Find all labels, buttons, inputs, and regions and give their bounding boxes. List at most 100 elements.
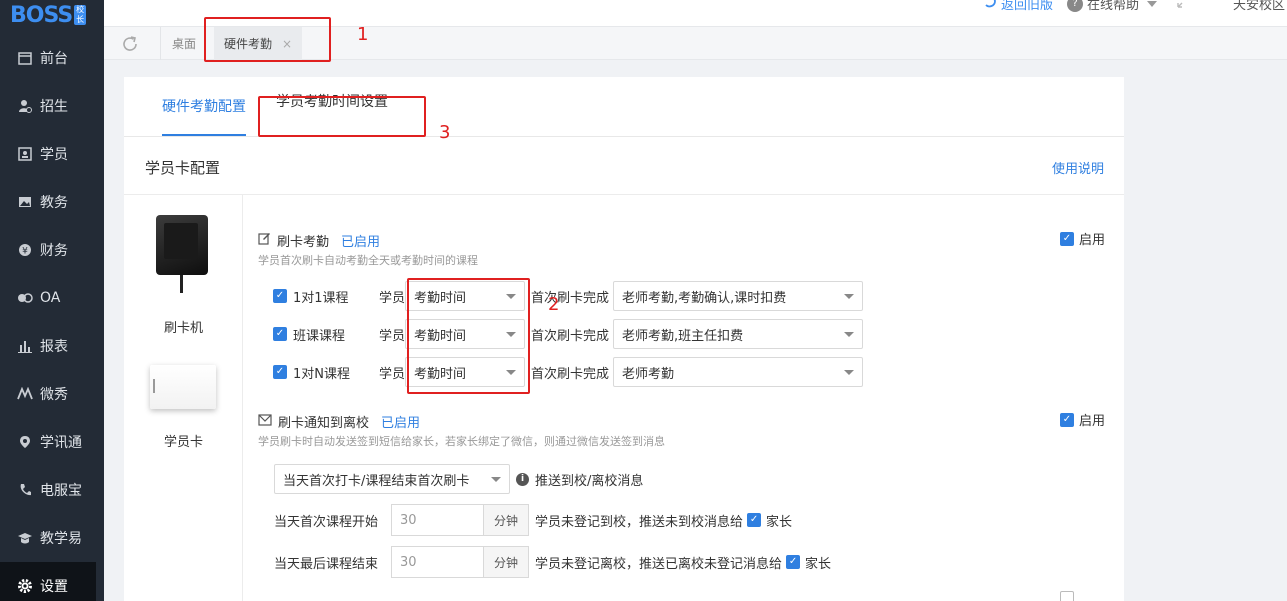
chevron-down-icon [844, 331, 855, 337]
annotation-number-3: 3 [439, 122, 451, 143]
swipe-attendance-desc: 学员首次刷卡自动考勤全天或考勤时间的课程 [258, 254, 478, 267]
enable-label: 启用 [1079, 233, 1106, 248]
course-name: 1对1课程 [293, 290, 349, 306]
card-reader-image [152, 213, 210, 295]
checkbox-checked-icon[interactable]: ✓ [1060, 231, 1074, 246]
graduation-icon [16, 529, 34, 547]
notify-enable[interactable]: ✓ 启用 [1060, 410, 1105, 429]
sidebar-item-label: 教学易 [40, 531, 82, 547]
sidebar-item-jiaoxueyi[interactable]: 教学易 [0, 514, 104, 562]
chevron-down-icon [506, 293, 517, 299]
top-actions: 返回旧版 ? 在线帮助 天安校区 [983, 0, 1287, 13]
page-tabs-bar: 桌面 硬件考勤 × [104, 26, 1287, 60]
attendance-action-select[interactable]: 老师考勤,考勤确认,课时扣费 [613, 281, 864, 311]
swipe-attendance-enable[interactable]: ✓ 启用 [1060, 229, 1105, 248]
annotation-number-2: 2 [548, 294, 560, 315]
end-label: 当天最后课程结束 [274, 556, 379, 572]
course-name: 1对N课程 [293, 366, 350, 382]
sidebar-item-xuexuntong[interactable]: 学讯通 [0, 418, 104, 466]
notify-title: 刷卡通知到离校 已启用 [258, 412, 420, 431]
sidebar-item-label: 报表 [40, 339, 68, 355]
phone-icon [16, 481, 34, 499]
close-icon[interactable]: × [282, 37, 292, 51]
device-column: 刷卡机 学员卡 [124, 195, 243, 601]
sidebar-item-settings[interactable]: 设置 [0, 562, 96, 601]
logo-badge: 校长 [74, 5, 87, 25]
sidebar-item-reports[interactable]: 报表 [0, 322, 104, 370]
edit-icon [258, 232, 271, 249]
sidebar-item-finance[interactable]: ¥ 财务 [0, 226, 104, 274]
chevron-down-icon [506, 331, 517, 337]
attendance-action-select[interactable]: 老师考勤 [613, 357, 864, 387]
swipe-attendance-status: 已启用 [341, 235, 381, 250]
sidebar-item-oa[interactable]: OA [0, 274, 104, 322]
sidebar-item-dianfubao[interactable]: 电服宝 [0, 466, 104, 514]
sidebar-item-label: 设置 [40, 579, 68, 595]
config-tabs: 硬件考勤配置 学员考勤时间设置 [124, 77, 1124, 137]
return-old-version-link[interactable]: 返回旧版 [983, 0, 1053, 13]
config-column: 刷卡考勤 已启用 学员首次刷卡自动考勤全天或考勤时间的课程 ✓ 启用 ✓ 1对1… [258, 195, 1124, 601]
sidebar-item-label: 招生 [40, 99, 68, 115]
course-name: 班课课程 [293, 328, 346, 344]
tab-label: 硬件考勤 [224, 37, 273, 51]
attendance-time-select[interactable]: 考勤时间 [405, 281, 526, 311]
notify-trigger-select[interactable]: 当天首次打卡/课程结束首次刷卡 [274, 464, 510, 494]
student-prefix: 学员 [379, 290, 406, 306]
image-icon [16, 193, 34, 211]
select-value: 老师考勤,班主任扣费 [622, 328, 744, 344]
refresh-icon[interactable] [118, 32, 142, 56]
end-minutes-input[interactable]: 30 [391, 546, 483, 578]
chevron-down-icon [491, 476, 501, 482]
sidebar-item-label: 教务 [40, 195, 68, 211]
sidebar-item-front-desk[interactable]: 前台 [0, 34, 104, 82]
attendance-time-select[interactable]: 考勤时间 [405, 357, 526, 387]
tab-hardware-config[interactable]: 硬件考勤配置 [162, 77, 246, 136]
notify-label: 刷卡通知到离校 [278, 416, 370, 431]
wei-icon [16, 385, 34, 403]
checkbox-checked-icon[interactable]: ✓ [273, 327, 287, 341]
select-value: 考勤时间 [414, 366, 467, 382]
start-minutes-input[interactable]: 30 [391, 504, 483, 536]
checkbox-checked-icon[interactable]: ✓ [747, 513, 762, 527]
swipe-attendance-title: 刷卡考勤 已启用 [258, 231, 380, 250]
start-target: 家长 [766, 514, 793, 530]
fullscreen-icon[interactable] [1177, 0, 1189, 12]
tab-desktop[interactable]: 桌面 [160, 27, 208, 60]
campus-selector[interactable]: 天安校区 [1233, 0, 1287, 13]
attendance-action-select[interactable]: 老师考勤,班主任扣费 [613, 319, 864, 349]
sidebar-item-academic[interactable]: 教务 [0, 178, 104, 226]
oa-icon [16, 289, 34, 307]
online-help-menu[interactable]: ? 在线帮助 [1066, 0, 1157, 13]
checkbox-checked-icon[interactable]: ✓ [273, 289, 287, 303]
sidebar-item-label: 前台 [40, 51, 68, 67]
tab-student-attendance-time[interactable]: 学员考勤时间设置 [276, 71, 388, 131]
logo[interactable]: BOSS 校长 [0, 0, 104, 30]
svg-text:¥: ¥ [22, 247, 28, 257]
checkbox-unchecked-icon[interactable] [1060, 591, 1074, 601]
tab-hardware-attendance[interactable]: 硬件考勤 × [214, 27, 303, 60]
sidebar-item-label: 财务 [40, 243, 68, 259]
next-enable-checkbox[interactable] [1060, 591, 1074, 601]
top-bar: 返回旧版 ? 在线帮助 天安校区 [104, 0, 1287, 26]
attendance-time-select[interactable]: 考勤时间 [405, 319, 526, 349]
sidebar-item-students[interactable]: 学员 [0, 130, 104, 178]
sidebar-item-enroll[interactable]: 招生 [0, 82, 104, 130]
checkbox-checked-icon[interactable]: ✓ [273, 365, 287, 379]
end-message: 学员未登记离校，推送已离校未登记消息给 [535, 556, 783, 572]
gear-icon [16, 577, 34, 595]
usage-help-link[interactable]: 使用说明 [1052, 158, 1104, 177]
checkbox-checked-icon[interactable]: ✓ [1060, 412, 1074, 427]
end-target: 家长 [805, 556, 832, 572]
calendar-icon [16, 49, 34, 67]
select-value: 当天首次打卡/课程结束首次刷卡 [283, 473, 470, 489]
sidebar-item-weixiu[interactable]: 微秀 [0, 370, 104, 418]
start-message: 学员未登记到校，推送未到校消息给 [535, 514, 744, 530]
first-swipe-label: 首次刷卡完成 [531, 366, 610, 382]
select-value: 考勤时间 [414, 328, 467, 344]
sidebar-item-label: 微秀 [40, 387, 68, 403]
return-old-label: 返回旧版 [1000, 0, 1053, 13]
checkbox-checked-icon[interactable]: ✓ [786, 555, 801, 569]
student-card-label: 学员卡 [163, 435, 203, 450]
logo-text: BOSS [10, 2, 73, 28]
info-icon[interactable]: i [516, 472, 529, 486]
